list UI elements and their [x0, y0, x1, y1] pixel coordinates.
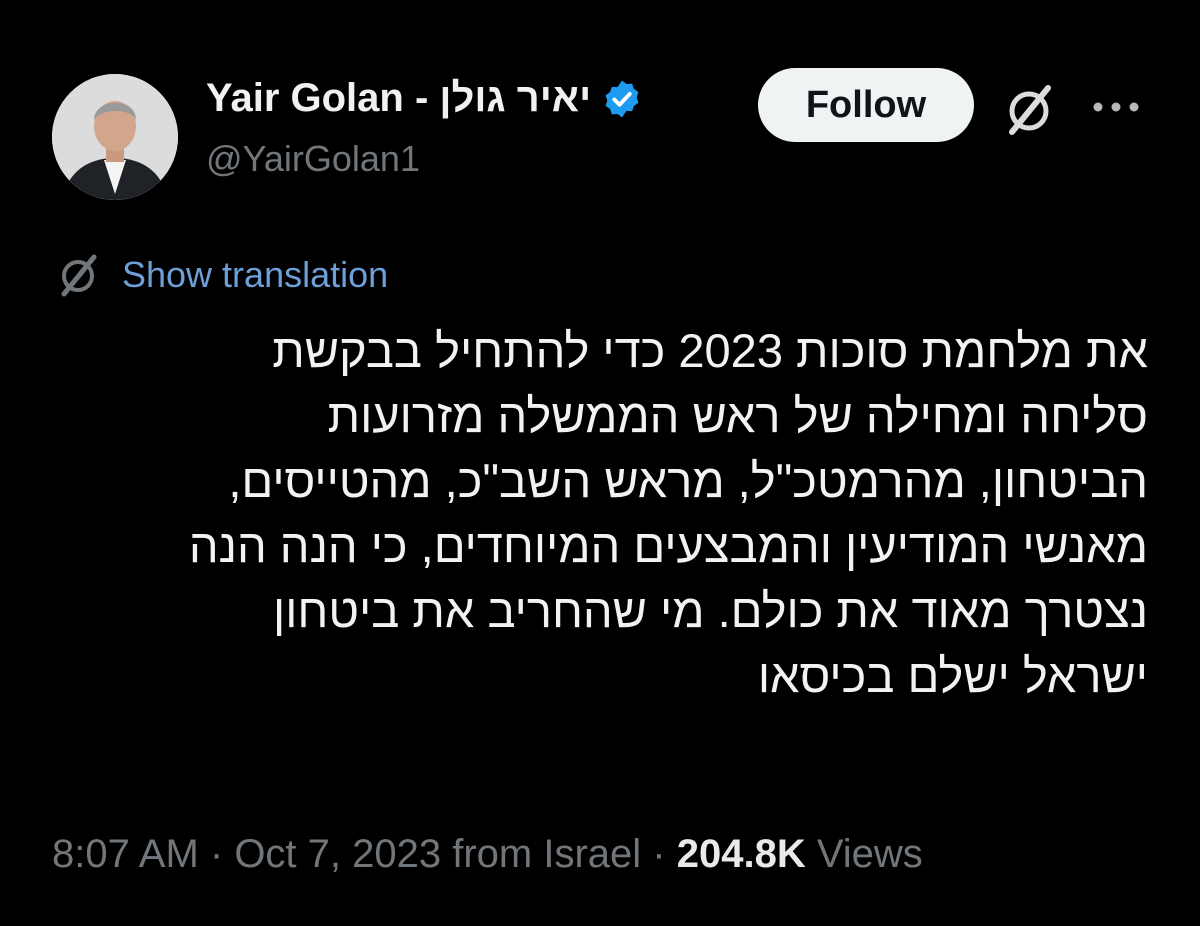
tweet-meta: 8:07 AM · Oct 7, 2023 from Israel · 204.… — [52, 832, 923, 877]
tweet-text: את מלחמת סוכות 2023 כדי להתחיל בבקשת סלי… — [38, 318, 1148, 708]
tweet-line: מאנשי המודיעין והמבצעים המיוחדים, כי הנה… — [188, 519, 1148, 572]
tweet-line: סליחה ומחילה של ראש הממשלה מזרועות — [327, 389, 1148, 442]
grok-icon[interactable] — [1000, 80, 1060, 140]
views-label[interactable]: Views — [817, 832, 923, 876]
views-count[interactable]: 204.8K — [677, 832, 806, 876]
tweet-date[interactable]: Oct 7, 2023 — [234, 832, 441, 876]
tweet-line: ישראל ישלם בכיסאו — [757, 649, 1148, 702]
tweet-line: הביטחון, מהרמטכ"ל, מראש השב"כ, מהטייסים, — [228, 454, 1148, 507]
grok-icon — [61, 254, 97, 297]
meta-separator: · — [198, 832, 235, 876]
tweet-line: את מלחמת סוכות 2023 כדי להתחיל בבקשת — [272, 324, 1148, 377]
more-dots-icon[interactable] — [1090, 92, 1142, 122]
avatar[interactable] — [52, 74, 178, 200]
avatar-photo — [52, 74, 178, 200]
meta-separator: · — [641, 832, 677, 876]
follow-button[interactable]: Follow — [758, 68, 974, 142]
display-name[interactable]: Yair Golan - יאיר גולן — [206, 76, 591, 121]
tweet-line: נצטרך מאוד את כולם. מי שהחריב את ביטחון — [273, 584, 1148, 637]
verified-badge-icon — [605, 80, 639, 117]
handle[interactable]: @YairGolan1 — [206, 138, 420, 180]
translation-row[interactable]: Show translation — [54, 250, 388, 300]
tweet-location: from Israel — [452, 832, 642, 876]
tweet-time[interactable]: 8:07 AM — [52, 832, 199, 876]
display-name-row[interactable]: Yair Golan - יאיר גולן — [206, 76, 643, 121]
show-translation-link[interactable]: Show translation — [122, 254, 388, 296]
